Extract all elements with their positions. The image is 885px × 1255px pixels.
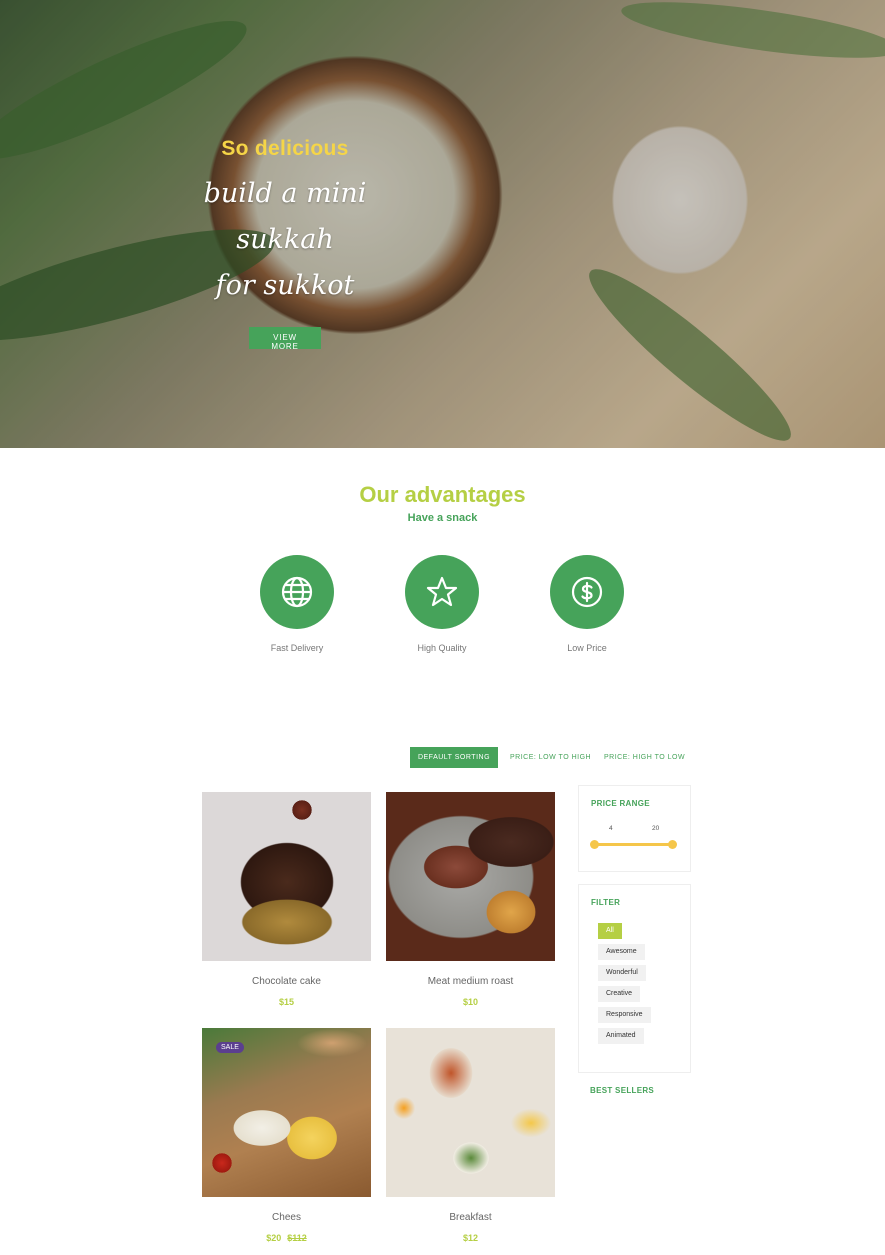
product-price-old: $112 (287, 1233, 307, 1243)
filter-tag-awesome[interactable]: Awesome (598, 944, 645, 960)
price-range-widget: PRICE RANGE (578, 785, 691, 872)
advantages-title: Our advantages (359, 482, 526, 507)
filter-title: FILTER (591, 898, 621, 907)
advantages-subtitle: Have a snack (407, 512, 478, 524)
advantage-label: Low Price (567, 643, 607, 653)
sale-badge: SALE (216, 1042, 244, 1053)
filter-tag-creative[interactable]: Creative (598, 986, 641, 1002)
filter-tag-all[interactable]: All (598, 923, 622, 939)
star-icon (405, 555, 479, 629)
price-range-min-handle[interactable] (590, 840, 599, 849)
view-more-button[interactable]: VIEW MORE (249, 327, 321, 351)
sort-low-high-link[interactable]: PRICE: LOW TO HIGH (510, 747, 591, 768)
advantage-item: Fast Delivery (247, 555, 347, 653)
price-range-max-handle[interactable] (668, 840, 677, 849)
product-name[interactable]: Breakfast (386, 1212, 555, 1223)
product-card[interactable]: Breakfast $12 (386, 1028, 555, 1243)
filter-tag-animated[interactable]: Animated (598, 1028, 644, 1044)
product-name[interactable]: Meat medium roast (386, 976, 555, 987)
product-image[interactable] (386, 1028, 555, 1197)
product-price: $10 (386, 997, 555, 1007)
hero-title-line: for sukkot (215, 270, 355, 301)
product-price-current: $12 (462, 1233, 479, 1243)
hero-kicker: So delicious (221, 137, 349, 160)
product-image[interactable] (386, 792, 555, 961)
product-name[interactable]: Chees (202, 1212, 371, 1223)
price-range-title: PRICE RANGE (591, 799, 650, 808)
dollar-icon (550, 555, 624, 629)
filter-tag-wonderful[interactable]: Wonderful (598, 965, 646, 981)
hero-banner: So delicious build a mini sukkah for suk… (0, 0, 885, 448)
price-range-max: 20 (652, 825, 660, 832)
advantage-item: High Quality (392, 555, 492, 653)
advantage-item: Low Price (537, 555, 637, 653)
product-price: $15 (202, 997, 371, 1007)
advantage-label: High Quality (417, 643, 467, 653)
product-image[interactable]: SALE (202, 1028, 371, 1197)
hero-overlay (0, 0, 885, 448)
price-range-slider[interactable] (595, 843, 673, 846)
hero-content: So delicious build a mini sukkah for suk… (165, 137, 405, 354)
product-name[interactable]: Chocolate cake (202, 976, 371, 987)
product-card[interactable]: Chocolate cake $15 (202, 792, 371, 1007)
sort-default-button[interactable]: DEFAULT SORTING (410, 747, 498, 768)
product-price-current: $10 (462, 997, 479, 1007)
best-sellers-title: BEST SELLERS (590, 1086, 655, 1095)
advantage-label: Fast Delivery (270, 643, 324, 653)
product-card[interactable]: Meat medium roast $10 (386, 792, 555, 1007)
product-price-current: $15 (278, 997, 295, 1007)
hero-title-line: build a mini sukkah (203, 178, 367, 255)
product-price-current: $20 (266, 1233, 282, 1243)
product-card[interactable]: SALE Chees $20 $112 (202, 1028, 371, 1243)
sort-high-low-link[interactable]: PRICE: HIGH TO LOW (604, 747, 685, 768)
product-price: $12 (386, 1233, 555, 1243)
price-range-min: 4 (609, 825, 613, 832)
product-price: $20 $112 (202, 1233, 371, 1243)
hero-title: build a mini sukkah for sukkot (165, 171, 405, 309)
globe-icon (260, 555, 334, 629)
product-image[interactable] (202, 792, 371, 961)
filter-tag-responsive[interactable]: Responsive (598, 1007, 651, 1023)
